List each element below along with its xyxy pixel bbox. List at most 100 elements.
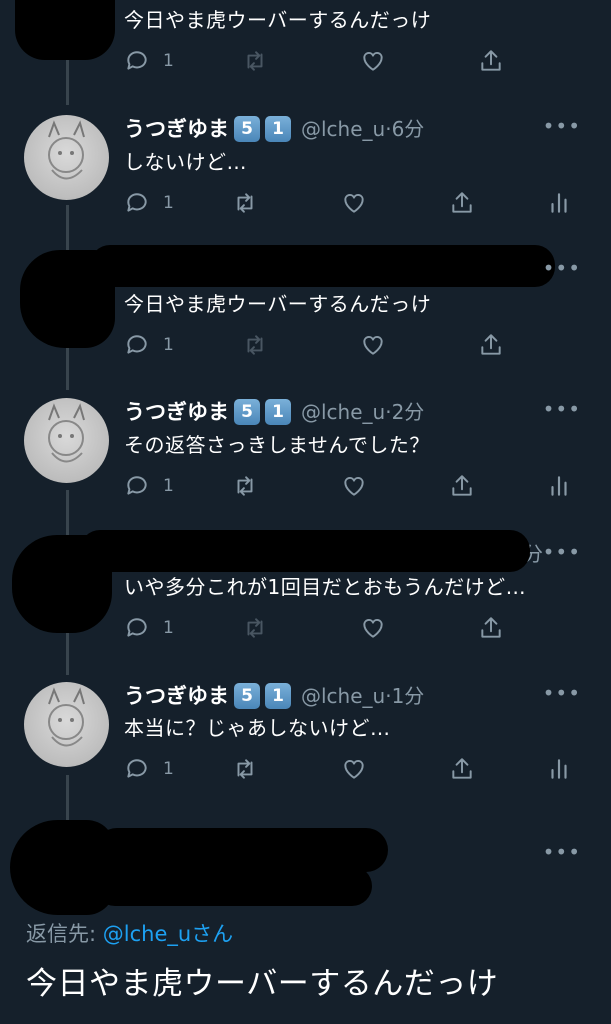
reply-button[interactable]: 1 [124,471,174,501]
retweet-icon [237,193,253,213]
display-name: うつぎゆま [124,684,229,708]
avatar-image [48,687,85,747]
analytics-icon [551,476,567,496]
share-button[interactable] [449,471,475,501]
author-name[interactable]: うつぎゆま 5 1 @lche_u·1分 [124,680,424,710]
analytics-button[interactable] [546,754,572,784]
like-button[interactable] [341,188,367,218]
reply-button[interactable]: 1 [124,330,174,360]
retweet-button[interactable] [232,188,258,218]
like-button[interactable] [360,46,386,76]
display-name: うつぎゆま [124,117,229,141]
reply-count: 1 [163,193,174,213]
timestamp: ·6分 [385,117,425,141]
share-button[interactable] [478,46,504,76]
reply-button[interactable]: 1 [124,46,174,76]
share-button[interactable] [478,613,504,643]
avatar[interactable] [24,682,109,767]
more-button[interactable]: ••• [543,114,581,138]
retweet-icon [247,618,263,638]
like-button[interactable] [341,471,367,501]
like-button[interactable] [360,613,386,643]
retweet-icon [247,335,263,355]
tweet-text: しないけど… [124,150,247,174]
reply-count: 1 [163,476,174,496]
reply-button[interactable]: 1 [124,613,174,643]
retweet-button[interactable] [242,613,268,643]
tweet-actions: 1 [124,471,574,501]
reply-icon [127,618,147,637]
retweet-button[interactable] [232,471,258,501]
redaction-box [80,530,530,572]
reply-button[interactable]: 1 [124,188,174,218]
keycap-badge: 1 [265,116,291,142]
more-button[interactable]: ••• [543,540,581,564]
avatar[interactable] [24,115,109,200]
like-icon [344,194,364,213]
redaction-box [95,866,372,906]
share-icon [481,334,501,355]
thread-line [66,630,69,675]
tweet-text: 今日やま虎ウーバーするんだっけ [124,292,432,316]
like-button[interactable] [360,330,386,360]
reply-to-handle-link[interactable]: @lche_u [103,922,191,946]
avatar-image [48,403,85,463]
like-button[interactable] [341,754,367,784]
reply-to-line: 返信先: @lche_uさん [26,918,233,948]
more-button[interactable]: ••• [543,840,581,864]
share-icon [452,192,472,213]
reply-to-prefix: 返信先: [26,922,103,946]
share-icon [452,475,472,496]
share-button[interactable] [449,754,475,784]
more-button[interactable]: ••• [543,397,581,421]
reply-count: 1 [163,618,174,638]
keycap-badge: 5 [234,683,260,709]
reply-button[interactable]: 1 [124,754,174,784]
thread-line [66,60,69,105]
retweet-button[interactable] [242,330,268,360]
share-button[interactable] [478,330,504,360]
reply-count: 1 [163,335,174,355]
redaction-box [90,245,555,287]
more-button[interactable]: ••• [543,256,581,280]
like-icon [363,336,383,355]
like-icon [344,477,364,496]
keycap-badge: 1 [265,683,291,709]
timestamp: ·2分 [385,400,425,424]
main-tweet-text: 今日やま虎ウーバーするんだっけ [26,966,499,1002]
analytics-button[interactable] [546,471,572,501]
reply-icon [127,759,147,778]
retweet-icon [237,759,253,779]
author-name[interactable]: うつぎゆま 5 1 @lche_u·2分 [124,396,424,426]
reply-count: 1 [163,759,174,779]
reply-icon [127,193,147,212]
reply-to-suffix[interactable]: さん [191,922,233,946]
tweet-actions: 1 [124,754,574,784]
like-icon [363,619,383,638]
tweet-text: その返答さっきしませんでした？ [124,433,430,457]
retweet-icon [237,476,253,496]
redaction-box [15,0,115,60]
thread-line [66,775,69,825]
author-name[interactable]: うつぎゆま 5 1 @lche_u·6分 [124,113,424,143]
retweet-button[interactable] [242,46,268,76]
redaction-box [10,820,115,915]
more-button[interactable]: ••• [543,681,581,705]
tweet-text: いや多分これが1回目だとおもうんだけど… [124,575,527,599]
keycap-badge: 5 [234,399,260,425]
analytics-icon [551,193,567,213]
reply-count: 1 [163,51,174,71]
avatar[interactable] [24,398,109,483]
share-button[interactable] [449,188,475,218]
keycap-badge: 1 [265,399,291,425]
timestamp: ·1分 [385,684,425,708]
tweet-actions: 1 [124,330,574,360]
thread-line [66,205,69,250]
analytics-button[interactable] [546,188,572,218]
like-icon [363,52,383,71]
display-name: うつぎゆま [124,400,229,424]
avatar-image [48,120,85,180]
retweet-button[interactable] [232,754,258,784]
reply-icon [127,51,147,70]
user-handle: @lche_u [301,117,386,141]
